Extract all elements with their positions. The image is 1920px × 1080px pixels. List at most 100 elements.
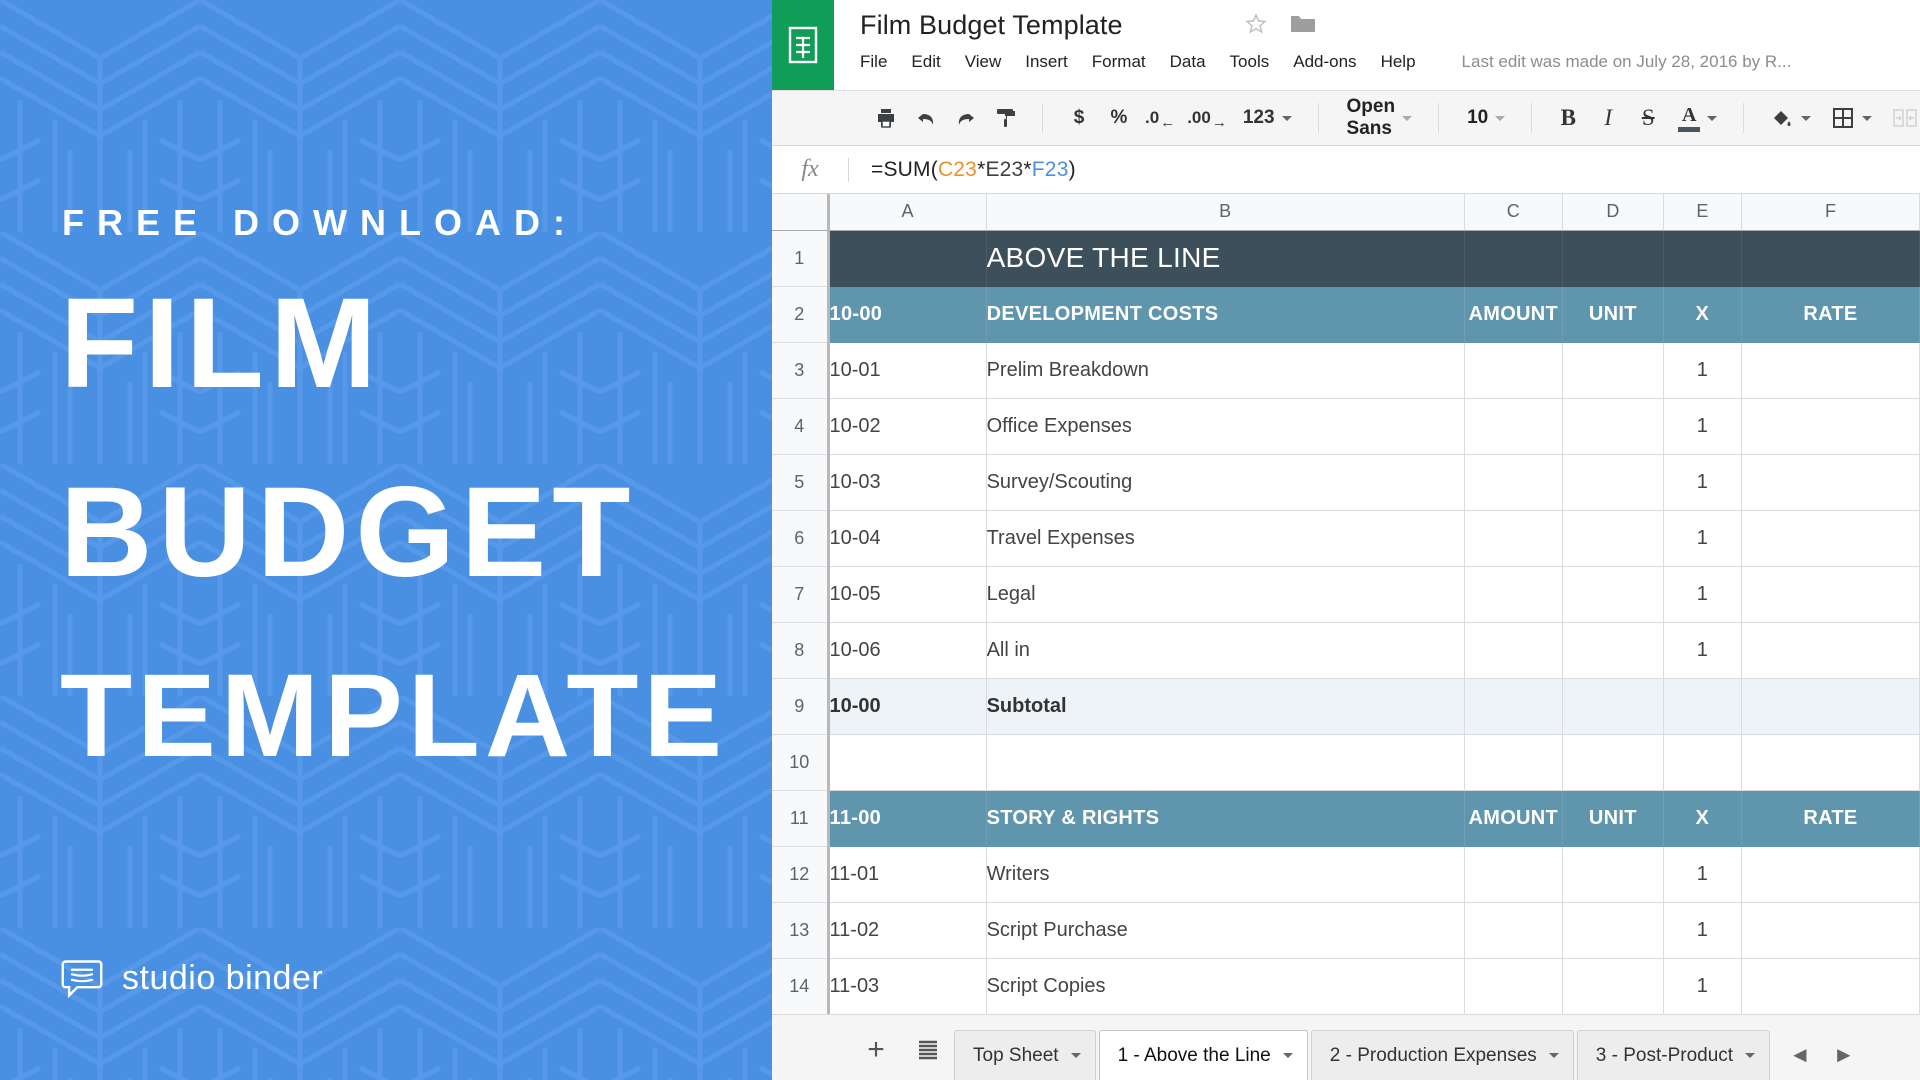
cell-d7[interactable] (1562, 566, 1664, 623)
menu-data[interactable]: Data (1170, 49, 1220, 75)
cell-b2[interactable]: DEVELOPMENT COSTS (986, 286, 1465, 343)
row-header[interactable]: 2 (772, 286, 830, 343)
row-header[interactable]: 8 (772, 622, 830, 679)
all-sheets-icon[interactable] (902, 1024, 954, 1076)
cell-a13[interactable]: 11-02 (828, 902, 987, 959)
cell-a11[interactable]: 11-00 (828, 790, 987, 847)
column-header-d[interactable]: D (1562, 194, 1664, 231)
column-header-a[interactable]: A (828, 194, 987, 231)
column-header-b[interactable]: B (986, 194, 1465, 231)
sheets-icon[interactable] (772, 0, 834, 90)
cell-e5[interactable]: 1 (1663, 454, 1742, 511)
row-header[interactable]: 3 (772, 342, 830, 399)
table-row[interactable]: 7 10-05 Legal 1 (772, 566, 1920, 623)
cell-e13[interactable]: 1 (1663, 902, 1742, 959)
cell-a1[interactable] (828, 230, 987, 287)
cell-b12[interactable]: Writers (986, 846, 1465, 903)
cell-b11[interactable]: STORY & RIGHTS (986, 790, 1465, 847)
cell-b5[interactable]: Survey/Scouting (986, 454, 1465, 511)
cell-f5[interactable] (1741, 454, 1920, 511)
cell-e14[interactable]: 1 (1663, 958, 1742, 1014)
table-row[interactable]: 4 10-02 Office Expenses 1 (772, 398, 1920, 455)
cell-a5[interactable]: 10-03 (828, 454, 987, 511)
cell-f12[interactable] (1741, 846, 1920, 903)
cell-f2[interactable]: RATE (1741, 286, 1920, 343)
row-header[interactable]: 6 (772, 510, 830, 567)
cell-a10[interactable] (828, 734, 987, 791)
cell-c4[interactable] (1464, 398, 1563, 455)
borders-button[interactable] (1821, 98, 1882, 138)
cell-d3[interactable] (1562, 342, 1664, 399)
table-row[interactable]: 14 11-03 Script Copies 1 (772, 958, 1920, 1014)
cell-f11[interactable]: RATE (1741, 790, 1920, 847)
cell-b3[interactable]: Prelim Breakdown (986, 342, 1465, 399)
row-header[interactable]: 9 (772, 678, 830, 735)
table-row[interactable]: 12 11-01 Writers 1 (772, 846, 1920, 903)
cell-d10[interactable] (1562, 734, 1664, 791)
cell-b6[interactable]: Travel Expenses (986, 510, 1465, 567)
more-formats-button[interactable]: 123 (1233, 98, 1302, 138)
cell-c11[interactable]: AMOUNT (1464, 790, 1563, 847)
row-header[interactable]: 5 (772, 454, 830, 511)
table-row[interactable]: 6 10-04 Travel Expenses 1 (772, 510, 1920, 567)
cell-c7[interactable] (1464, 566, 1563, 623)
cell-b7[interactable]: Legal (986, 566, 1465, 623)
menu-view[interactable]: View (965, 49, 1016, 75)
cell-e10[interactable] (1663, 734, 1742, 791)
cell-f4[interactable] (1741, 398, 1920, 455)
cell-b4[interactable]: Office Expenses (986, 398, 1465, 455)
row-header[interactable]: 12 (772, 846, 830, 903)
cell-e1[interactable] (1663, 230, 1742, 287)
cell-d6[interactable] (1562, 510, 1664, 567)
cell-d4[interactable] (1562, 398, 1664, 455)
spreadsheet-grid[interactable]: A B C D E F 1 ABOVE THE LINE 2 10-00 DEVELOP… (772, 194, 1920, 1014)
cell-e2[interactable]: X (1663, 286, 1742, 343)
chevron-down-icon[interactable] (1745, 1053, 1756, 1058)
strikethrough-button[interactable]: S (1628, 98, 1668, 138)
cell-d12[interactable] (1562, 846, 1664, 903)
star-outline-icon[interactable] (1244, 12, 1268, 36)
last-edit-status[interactable]: Last edit was made on July 28, 2016 by R… (1462, 52, 1792, 72)
currency-format-button[interactable]: $ (1059, 98, 1099, 138)
column-header-c[interactable]: C (1464, 194, 1563, 231)
cell-c13[interactable] (1464, 902, 1563, 959)
cell-a12[interactable]: 11-01 (828, 846, 987, 903)
merge-cells-button[interactable] (1882, 98, 1920, 138)
table-row[interactable]: 11 11-00 STORY & RIGHTS AMOUNT UNIT X RATE (772, 790, 1920, 847)
cell-c3[interactable] (1464, 342, 1563, 399)
cell-e11[interactable]: X (1663, 790, 1742, 847)
cell-a7[interactable]: 10-05 (828, 566, 987, 623)
menu-edit[interactable]: Edit (911, 49, 954, 75)
row-header[interactable]: 11 (772, 790, 830, 847)
table-row[interactable]: 9 10-00 Subtotal (772, 678, 1920, 735)
cell-f3[interactable] (1741, 342, 1920, 399)
cell-a8[interactable]: 10-06 (828, 622, 987, 679)
cell-f1[interactable] (1741, 230, 1920, 287)
print-icon[interactable] (866, 98, 906, 138)
table-row[interactable]: 13 11-02 Script Purchase 1 (772, 902, 1920, 959)
menu-file[interactable]: File (860, 49, 901, 75)
percent-format-button[interactable]: % (1099, 98, 1139, 138)
sheet-tab-4[interactable]: 3 - Post-Product (1576, 1030, 1771, 1080)
cell-f7[interactable] (1741, 566, 1920, 623)
cell-a3[interactable]: 10-01 (828, 342, 987, 399)
cell-b14[interactable]: Script Copies (986, 958, 1465, 1014)
cell-c12[interactable] (1464, 846, 1563, 903)
table-row[interactable]: 8 10-06 All in 1 (772, 622, 1920, 679)
cell-d9[interactable] (1562, 678, 1664, 735)
row-header[interactable]: 1 (772, 230, 830, 287)
chevron-down-icon[interactable] (1070, 1053, 1081, 1058)
sheet-tab-1[interactable]: Top Sheet (954, 1030, 1096, 1080)
cell-e3[interactable]: 1 (1663, 342, 1742, 399)
cell-e8[interactable]: 1 (1663, 622, 1742, 679)
cell-c1[interactable] (1464, 230, 1563, 287)
cell-a9[interactable]: 10-00 (828, 678, 987, 735)
cell-c8[interactable] (1464, 622, 1563, 679)
cell-f8[interactable] (1741, 622, 1920, 679)
cell-d11[interactable]: UNIT (1562, 790, 1664, 847)
chevron-down-icon[interactable] (1548, 1053, 1559, 1058)
page-title[interactable]: Film Budget Template (860, 8, 1920, 42)
redo-icon[interactable] (946, 98, 986, 138)
decrease-decimal-button[interactable]: .0 ← (1139, 98, 1181, 138)
row-header[interactable]: 7 (772, 566, 830, 623)
